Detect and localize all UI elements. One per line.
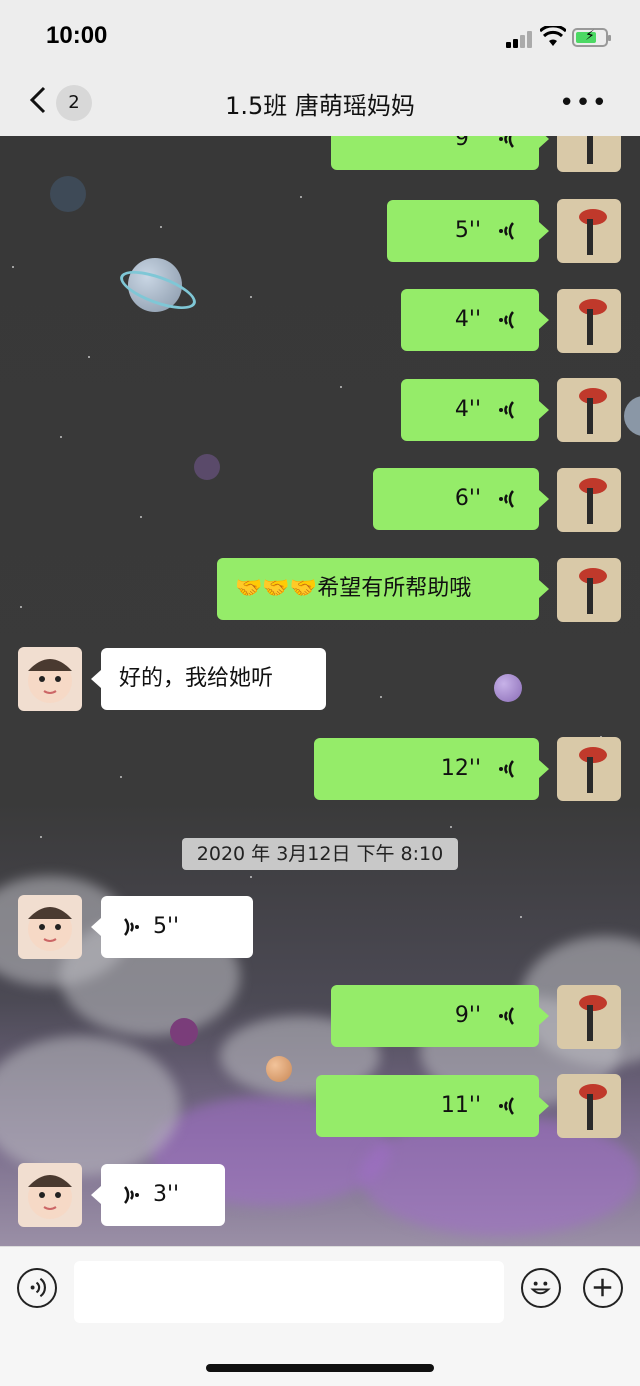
voice-message-sent[interactable]: 9'' [331,985,549,1047]
status-bar: 10:00 ⚡ [0,0,640,70]
text-message-received[interactable]: 好的，我给她听 [91,648,326,710]
voice-message-received[interactable]: 5'' [91,896,253,958]
signal-icon [506,30,534,48]
more-options-icon[interactable]: ••• [559,88,608,118]
chat-area[interactable]: 9'' 5'' 4'' 4'' 6'' 🤝🤝🤝希望有所帮助哦 好的，我给她听 1… [0,136,640,1246]
my-avatar[interactable] [557,985,621,1049]
voice-duration: 12'' [440,756,481,781]
voice-wave-icon [499,1007,515,1025]
voice-duration: 3'' [153,1182,180,1207]
planet-decoration [494,674,522,702]
voice-input-icon[interactable] [17,1268,57,1308]
voice-message-sent[interactable]: 11'' [316,1075,549,1137]
voice-message-sent[interactable]: 6'' [373,468,549,530]
voice-wave-icon [499,136,515,148]
voice-wave-icon [123,918,139,936]
message-text: 好的，我给她听 [119,666,274,691]
voice-message-sent[interactable]: 9'' [331,136,549,170]
chat-header: 2 1.5班 唐萌瑶妈妈 ••• [0,70,640,136]
wifi-icon [540,26,566,46]
my-avatar[interactable] [557,378,621,442]
voice-wave-icon [499,760,515,778]
chat-title: 1.5班 唐萌瑶妈妈 [225,92,415,120]
voice-wave-icon [499,222,515,240]
emoji-icon[interactable] [521,1268,561,1308]
voice-message-sent[interactable]: 12'' [314,738,549,800]
planet-decoration [170,1018,198,1046]
my-avatar[interactable] [557,468,621,532]
my-avatar[interactable] [557,1074,621,1138]
plus-icon[interactable] [583,1268,623,1308]
planet-decoration [194,454,220,480]
my-avatar[interactable] [557,737,621,801]
message-input[interactable] [74,1261,504,1323]
my-avatar[interactable] [557,136,621,172]
planet-decoration [624,396,640,436]
message-timestamp: 2020 年 3月12日 下午 8:10 [182,838,458,870]
battery-icon: ⚡ [572,28,611,47]
voice-duration: 9'' [454,136,481,151]
voice-duration: 5'' [153,914,180,939]
status-time: 10:00 [46,22,108,49]
handshake-emoji: 🤝🤝🤝 [235,576,318,601]
voice-duration: 6'' [454,486,481,511]
voice-duration: 9'' [454,1003,481,1028]
voice-message-sent[interactable]: 5'' [387,200,549,262]
contact-avatar[interactable] [18,895,82,959]
voice-wave-icon [499,490,515,508]
voice-duration: 4'' [454,397,481,422]
voice-wave-icon [499,401,515,419]
text-message-sent[interactable]: 🤝🤝🤝希望有所帮助哦 [217,558,549,620]
my-avatar[interactable] [557,289,621,353]
home-indicator [206,1364,434,1372]
contact-avatar[interactable] [18,1163,82,1227]
message-text: 🤝🤝🤝希望有所帮助哦 [235,576,472,601]
my-avatar[interactable] [557,558,621,622]
voice-message-received[interactable]: 3'' [91,1164,225,1226]
contact-avatar[interactable] [18,647,82,711]
voice-wave-icon [499,1097,515,1115]
voice-wave-icon [499,311,515,329]
voice-wave-icon [123,1186,139,1204]
voice-message-sent[interactable]: 4'' [401,379,549,441]
voice-duration: 5'' [454,218,481,243]
voice-message-sent[interactable]: 4'' [401,289,549,351]
my-avatar[interactable] [557,199,621,263]
voice-duration: 4'' [454,307,481,332]
planet-decoration [266,1056,292,1082]
planet-decoration [50,176,86,212]
voice-duration: 11'' [440,1093,481,1118]
